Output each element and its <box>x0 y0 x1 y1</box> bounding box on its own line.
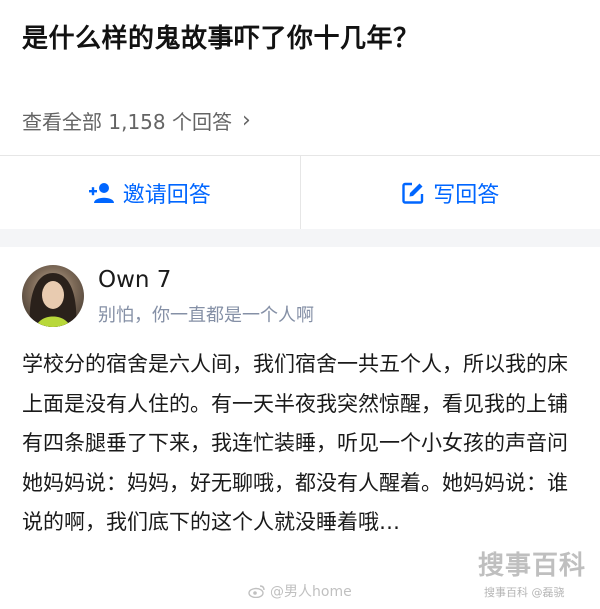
add-user-icon <box>88 183 114 203</box>
watermark-logo: 搜事百科 <box>478 551 587 581</box>
view-all-answers-link[interactable]: 查看全部 1,158 个回答 › <box>22 106 251 135</box>
invite-answer-button[interactable]: 邀请回答 <box>0 156 300 230</box>
chevron-right-icon: › <box>241 108 251 133</box>
avatar[interactable] <box>22 265 84 327</box>
answer-content[interactable]: 学校分的宿舍是六人间，我们宿舍一共五个人，所以我的床上面是没有人住的。有一天半夜… <box>22 345 582 543</box>
weibo-watermark-text: @男人home <box>270 584 352 600</box>
view-all-label: 查看全部 1,158 个回答 <box>22 110 232 134</box>
section-divider <box>0 229 600 247</box>
author-info: Own 7 别怕，你一直都是一个人啊 <box>98 265 314 327</box>
invite-answer-label: 邀请回答 <box>122 183 211 208</box>
author-bio: 别怕，你一直都是一个人啊 <box>98 305 314 326</box>
author-name[interactable]: Own 7 <box>98 267 314 293</box>
write-answer-label: 写回答 <box>433 183 500 208</box>
question-title[interactable]: 是什么样的鬼故事吓了你十几年？ <box>22 18 420 55</box>
answer-action-bar: 邀请回答 写回答 <box>0 155 600 230</box>
answer-author[interactable]: Own 7 别怕，你一直都是一个人啊 <box>22 265 314 327</box>
write-answer-button[interactable]: 写回答 <box>299 156 600 230</box>
edit-icon <box>402 182 424 204</box>
weibo-watermark: @男人home <box>248 581 352 601</box>
weibo-icon <box>248 585 265 598</box>
watermark-credit: 搜事百科 @磊骁 <box>484 586 565 599</box>
